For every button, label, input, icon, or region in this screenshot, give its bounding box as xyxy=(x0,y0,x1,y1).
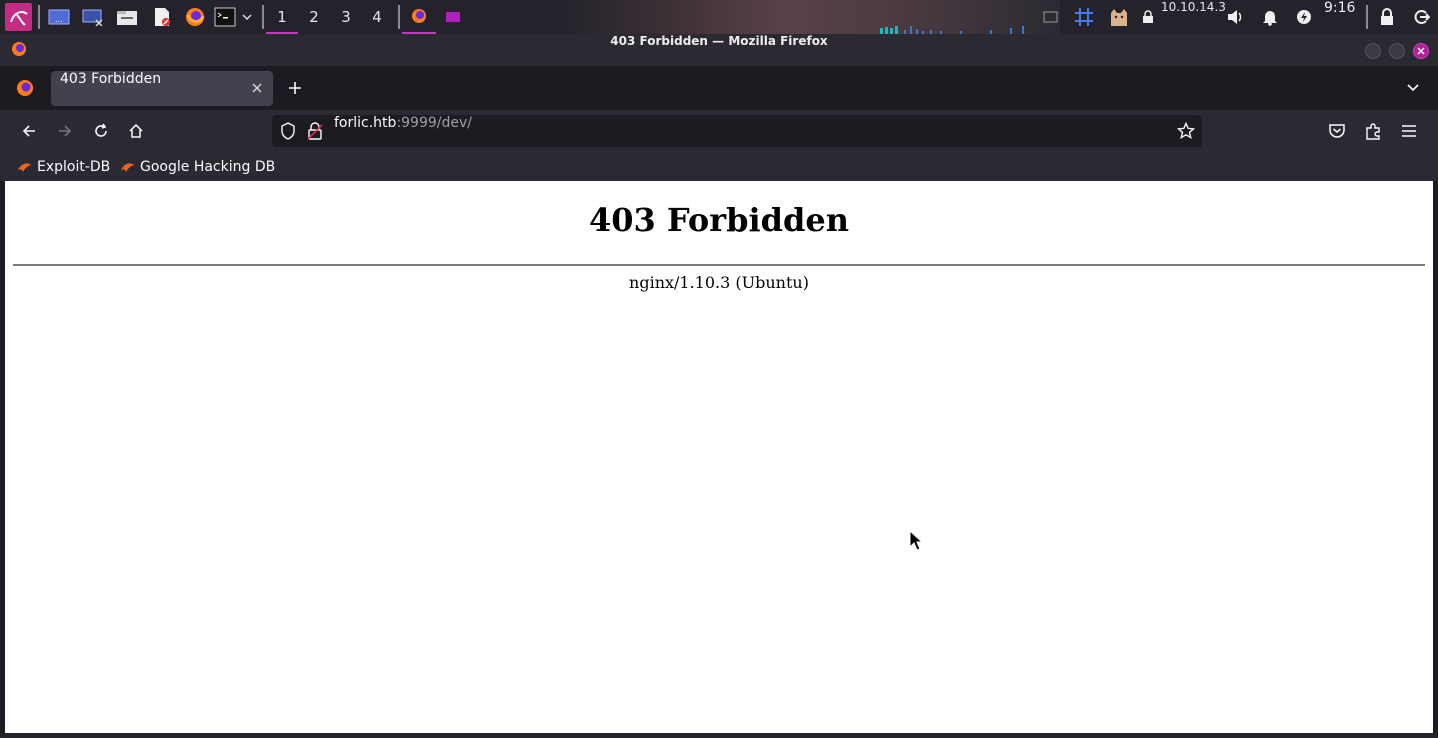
panel-separator xyxy=(1366,5,1368,29)
url-path: :9999/dev/ xyxy=(396,115,473,131)
firefox-view-button[interactable] xyxy=(14,77,36,99)
workspace-3[interactable]: 3 xyxy=(330,0,362,34)
window-frame-bottom xyxy=(0,733,1438,738)
app-menu-button[interactable] xyxy=(1398,120,1420,142)
mouse-cursor-icon xyxy=(909,530,923,551)
tracking-protection-icon[interactable] xyxy=(277,120,299,142)
bookmark-exploit-db[interactable]: Exploit-DB xyxy=(17,152,110,181)
workspace-label: 4 xyxy=(372,8,382,26)
page-heading: 403 Forbidden xyxy=(588,201,849,239)
insecure-lock-icon[interactable] xyxy=(304,120,326,142)
screenshot-icon[interactable] xyxy=(82,6,104,28)
plus-icon xyxy=(289,82,301,94)
vpn-lock-icon xyxy=(1140,6,1156,28)
panel-separator xyxy=(38,5,40,29)
new-tab-button[interactable] xyxy=(284,77,306,99)
bookmarks-toolbar: Exploit-DB Google Hacking DB xyxy=(0,152,1438,181)
window-title: 403 Forbidden — Mozilla Firefox xyxy=(610,34,828,48)
folder-icon xyxy=(446,12,460,22)
panel-separator xyxy=(398,5,400,29)
tab-label: 403 Forbidden xyxy=(60,71,162,87)
volume-icon[interactable] xyxy=(1225,6,1247,28)
svg-text:...: ... xyxy=(55,15,63,24)
window-icon[interactable] xyxy=(1040,6,1062,28)
server-signature: nginx/1.10.3 (Ubuntu) xyxy=(629,273,809,292)
cat-icon[interactable] xyxy=(1108,6,1130,28)
close-window-button[interactable] xyxy=(1413,43,1429,59)
pocket-icon xyxy=(1329,124,1345,138)
bell-icon[interactable] xyxy=(1259,6,1281,28)
kali-dragon-icon xyxy=(121,162,134,172)
bookmark-star-button[interactable] xyxy=(1175,120,1197,142)
firefox-icon xyxy=(412,9,426,23)
taskbar-firefox[interactable] xyxy=(402,0,436,34)
url-bar[interactable]: forlic.htb:9999/dev/ xyxy=(272,115,1202,147)
taskbar-folder[interactable] xyxy=(436,0,470,34)
close-tab-icon[interactable] xyxy=(249,80,265,96)
arrow-left-icon xyxy=(22,125,35,137)
chevron-down-icon[interactable] xyxy=(238,6,256,28)
back-button[interactable] xyxy=(18,120,40,142)
show-desktop-icon[interactable]: ... xyxy=(48,6,70,28)
list-all-tabs-button[interactable] xyxy=(1402,77,1424,99)
navigation-toolbar: forlic.htb:9999/dev/ xyxy=(0,110,1438,152)
workspace-2[interactable]: 2 xyxy=(298,0,330,34)
kali-menu-icon[interactable] xyxy=(5,3,32,31)
tab-bar: 403 Forbidden xyxy=(0,66,1438,110)
workspace-label: 1 xyxy=(277,8,287,26)
lock-screen-icon[interactable] xyxy=(1376,6,1398,28)
panel-separator xyxy=(262,5,264,29)
kali-dragon-icon xyxy=(18,162,31,172)
minimize-button[interactable] xyxy=(1365,43,1381,59)
power-manager-icon[interactable] xyxy=(1293,6,1315,28)
firefox-icon xyxy=(17,80,33,96)
logout-icon[interactable] xyxy=(1410,6,1432,28)
chevron-down-icon xyxy=(1407,84,1419,92)
reload-button[interactable] xyxy=(90,120,112,142)
page-content: 403 Forbidden nginx/1.10.3 (Ubuntu) xyxy=(5,181,1433,733)
hamburger-menu-icon xyxy=(1402,125,1416,137)
home-button[interactable] xyxy=(125,120,147,142)
workspace-4[interactable]: 4 xyxy=(361,0,393,34)
home-icon xyxy=(129,123,143,138)
reload-icon xyxy=(95,123,107,137)
firefox-launcher-icon[interactable] xyxy=(184,6,206,28)
tab-403-forbidden[interactable]: 403 Forbidden xyxy=(51,71,273,106)
window-titlebar[interactable]: 403 Forbidden — Mozilla Firefox xyxy=(0,34,1438,66)
desktop-panel: ... 1 2 3 4 10.10.14.3 9:16 xyxy=(0,0,1438,34)
workspace-label: 2 xyxy=(309,8,319,26)
divider xyxy=(13,264,1425,266)
workspace-label: 3 xyxy=(341,8,351,26)
text-editor-icon[interactable] xyxy=(151,6,173,28)
pocket-button[interactable] xyxy=(1326,120,1348,142)
bookmark-google-hacking-db[interactable]: Google Hacking DB xyxy=(120,152,275,181)
vpn-ip: 10.10.14.3 xyxy=(1161,0,1226,14)
hashtag-icon[interactable] xyxy=(1073,6,1095,28)
maximize-button[interactable] xyxy=(1389,43,1405,59)
url-host: forlic.htb xyxy=(334,115,397,131)
url-text[interactable]: forlic.htb:9999/dev/ xyxy=(334,115,472,131)
star-icon xyxy=(1177,122,1195,140)
audio-visualizer xyxy=(880,26,1024,34)
arrow-right-icon xyxy=(59,125,72,137)
close-icon xyxy=(1417,47,1425,55)
terminal-icon[interactable] xyxy=(214,6,236,28)
clock[interactable]: 9:16 xyxy=(1324,0,1355,34)
bookmark-label: Google Hacking DB xyxy=(140,158,276,175)
workspace-1[interactable]: 1 xyxy=(266,0,298,34)
file-manager-icon[interactable] xyxy=(116,6,138,28)
forward-button[interactable] xyxy=(54,120,76,142)
extensions-button[interactable] xyxy=(1362,120,1384,142)
puzzle-icon xyxy=(1366,123,1380,140)
bookmark-label: Exploit-DB xyxy=(37,158,111,175)
